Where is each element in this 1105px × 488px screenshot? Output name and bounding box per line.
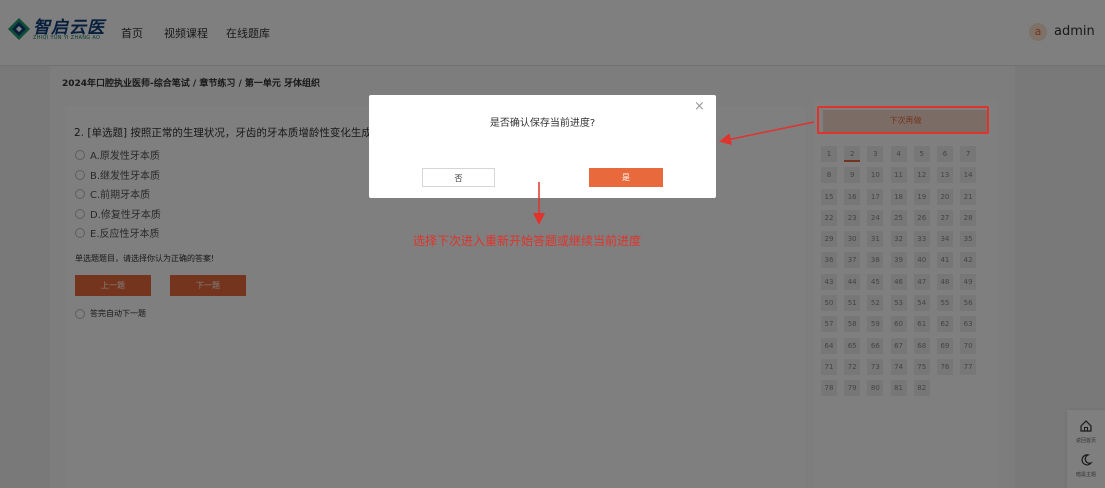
arrow-to-dialog <box>719 121 815 146</box>
annotation-text: 选择下次进入重新开始答题或继续当前进度 <box>413 234 642 248</box>
